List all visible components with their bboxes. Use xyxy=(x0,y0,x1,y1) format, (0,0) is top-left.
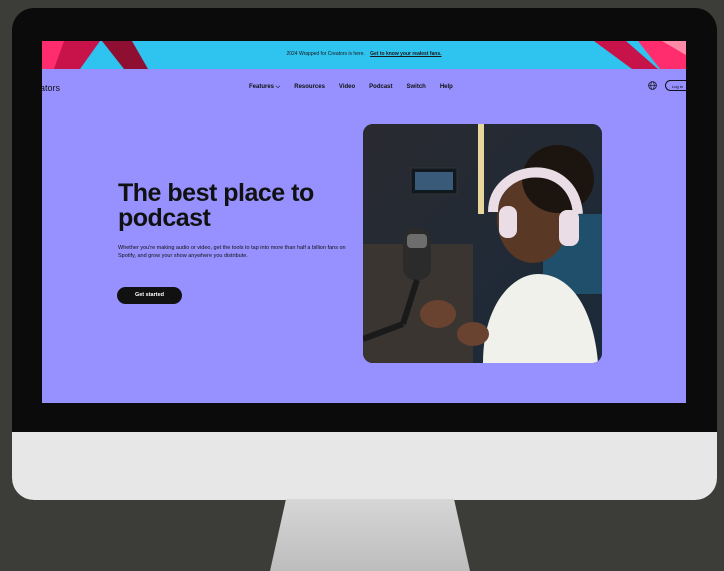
monitor-stand xyxy=(270,499,470,571)
nav-menu: Features ⌵ Resources Video Podcast Switc… xyxy=(249,84,453,91)
globe-icon[interactable] xyxy=(648,81,657,90)
browser-viewport: 2024 Wrapped for Creators is here. Get t… xyxy=(42,41,686,403)
nav-item-features[interactable]: Features ⌵ xyxy=(249,84,280,91)
podcaster-illustration xyxy=(363,124,602,363)
hero-title: The best place to podcast xyxy=(118,179,314,232)
announcement-banner: 2024 Wrapped for Creators is here. Get t… xyxy=(42,41,686,69)
nav-item-resources[interactable]: Resources xyxy=(294,84,325,91)
nav-item-podcast[interactable]: Podcast xyxy=(369,84,392,91)
brand-logo[interactable]: ators xyxy=(42,83,60,93)
top-nav: ators Features ⌵ Resources Video Podcast… xyxy=(42,69,686,103)
banner-text: 2024 Wrapped for Creators is here. xyxy=(286,51,365,57)
get-started-button[interactable]: Get started xyxy=(117,287,182,304)
banner-link[interactable]: Get to know your realest fans. xyxy=(370,51,441,57)
nav-item-video[interactable]: Video xyxy=(339,84,355,91)
login-button[interactable]: Log in xyxy=(665,80,686,91)
monitor-chin xyxy=(12,432,717,500)
nav-item-help[interactable]: Help xyxy=(440,84,453,91)
banner-message: 2024 Wrapped for Creators is here. Get t… xyxy=(42,51,686,57)
hero-image xyxy=(363,124,602,363)
hero-subtitle: Whether you're making audio or video, ge… xyxy=(118,245,346,259)
nav-item-switch[interactable]: Switch xyxy=(407,84,426,91)
